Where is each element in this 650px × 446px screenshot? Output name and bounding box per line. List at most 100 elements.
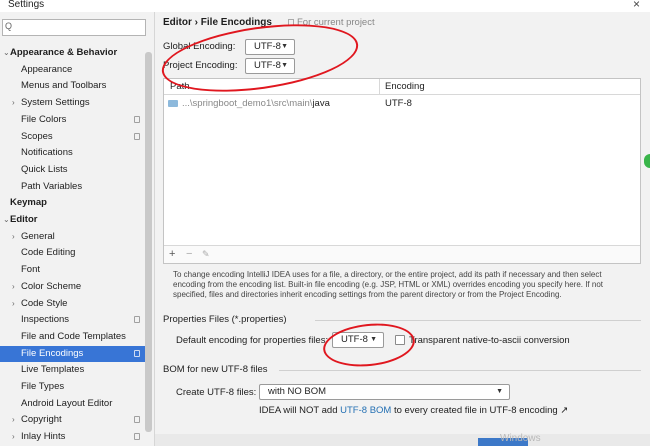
bom-note: IDEA will NOT add UTF-8 BOM to every cre… (259, 405, 568, 416)
chevron-right-icon[interactable]: › (12, 412, 15, 428)
bom-value: with NO BOM (268, 386, 327, 397)
sidebar-item-label: Menus and Toolbars (21, 80, 107, 92)
sidebar-item[interactable]: Scopes (0, 129, 152, 145)
settings-content: Editor › File Encodings For current proj… (155, 12, 650, 446)
sidebar-item[interactable]: ⌄ Appearance & Behavior (0, 45, 152, 61)
column-header-encoding[interactable]: Encoding (385, 81, 425, 92)
bom-select[interactable]: with NO BOM ▼ (259, 384, 510, 400)
native-to-ascii-label[interactable]: Transparent native-to-ascii conversion (409, 335, 570, 346)
sidebar-item[interactable]: Menus and Toolbars (0, 78, 152, 94)
chevron-right-icon[interactable]: › (12, 429, 15, 445)
settings-search-input[interactable]: Q (2, 19, 146, 36)
sidebar-item-label: Inlay Hints (21, 431, 66, 443)
sidebar-item-label: Appearance & Behavior (10, 47, 118, 58)
sidebar-item-label: Editor (10, 214, 38, 225)
sidebar-item-label: Keymap (10, 197, 47, 209)
sidebar-item[interactable]: Live Templates (0, 362, 152, 378)
properties-default-label: Default encoding for properties files: (176, 335, 329, 346)
sidebar-item[interactable]: File Encodings (0, 345, 152, 362)
utf8-bom-link[interactable]: UTF-8 BOM (340, 405, 391, 416)
bom-section-title: BOM for new UTF-8 files (163, 364, 268, 375)
annotation-ellipse (321, 319, 417, 371)
sidebar-item[interactable]: Font (0, 262, 152, 278)
sidebar-item[interactable]: Keymap (0, 195, 152, 211)
sidebar-item-label: Color Scheme (21, 280, 82, 292)
table-toolbar: + − ✎ (164, 245, 640, 263)
sidebar-item-label: Code Editing (21, 247, 76, 259)
bom-note-text: to every created file in UTF-8 encoding … (391, 405, 569, 416)
bom-note-text: IDEA will NOT add (259, 405, 341, 416)
close-icon[interactable]: × (633, 0, 640, 11)
project-scope-icon (134, 433, 140, 441)
sidebar-item-label: Appearance (21, 63, 73, 75)
sidebar-item-label: Notifications (21, 147, 73, 159)
section-divider (315, 320, 641, 321)
sidebar-item-label: File Encodings (21, 347, 84, 359)
sidebar-item-label: Android Layout Editor (21, 397, 113, 409)
sidebar-item[interactable]: › Code Style (0, 296, 152, 312)
chevron-right-icon[interactable]: › (12, 95, 15, 111)
edit-icon[interactable]: ✎ (202, 249, 210, 260)
sidebar-item[interactable]: Android Layout Editor (0, 396, 152, 412)
sidebar-item[interactable]: File Colors (0, 112, 152, 128)
row-path-prefix: ...\springboot_demo1\src\main\ (182, 98, 313, 109)
chevron-down-icon[interactable]: ⌄ (3, 212, 10, 228)
sidebar-item-label: Path Variables (21, 180, 83, 192)
project-scope-icon (134, 132, 140, 140)
column-divider[interactable] (379, 79, 380, 95)
sidebar-item-label: System Settings (21, 97, 90, 109)
chevron-right-icon[interactable]: › (12, 229, 15, 245)
sidebar-item[interactable]: Notifications (0, 145, 152, 161)
create-utf8-label: Create UTF-8 files: (176, 387, 257, 398)
sidebar-item-label: File and Code Templates (21, 330, 126, 342)
sidebar-item-label: Inspections (21, 314, 70, 326)
sidebar-item[interactable]: Inspections (0, 312, 152, 328)
properties-section-title: Properties Files (*.properties) (163, 314, 287, 325)
remove-icon[interactable]: − (186, 248, 192, 260)
sidebar-item[interactable]: File Types (0, 379, 152, 395)
row-path-leaf: java (312, 98, 330, 109)
table-row[interactable]: ...\springboot_demo1\src\main\java UTF-8 (164, 96, 640, 112)
sidebar-item-label: General (21, 230, 55, 242)
sidebar-item[interactable]: File and Code Templates (0, 329, 152, 345)
sidebar-scrollbar[interactable] (145, 52, 152, 432)
windows-watermark: Windows (500, 433, 541, 444)
sidebar-item[interactable]: › System Settings (0, 95, 152, 111)
chevron-down-icon: ▼ (496, 388, 503, 395)
encoding-help-text: To change encoding IntelliJ IDEA uses fo… (173, 270, 603, 299)
sidebar-item-label: File Colors (21, 113, 67, 125)
title-bar: Settings × (0, 0, 650, 12)
sidebar-item[interactable]: Path Variables (0, 179, 152, 195)
sidebar-item-label: Font (21, 264, 41, 276)
chevron-right-icon[interactable]: › (12, 279, 15, 295)
add-icon[interactable]: + (169, 248, 175, 260)
sidebar-item-label: Live Templates (21, 364, 85, 376)
dialog-footer: Windows (155, 433, 650, 446)
sidebar-item[interactable]: Code Editing (0, 245, 152, 261)
sidebar-item-label: Copyright (21, 414, 62, 426)
sidebar-item-label: Quick Lists (21, 163, 68, 175)
project-scope-icon (134, 115, 140, 123)
sidebar-item[interactable]: ⌄ Editor (0, 212, 152, 228)
sidebar-item-label: File Types (21, 381, 65, 392)
sidebar-item-label: Code Style (21, 297, 68, 309)
sidebar-item-label: Scopes (21, 130, 53, 142)
path-encoding-table: Path Encoding ...\springboot_demo1\src\m… (163, 78, 641, 264)
sidebar-item[interactable]: Appearance (0, 62, 152, 78)
sidebar-item[interactable]: › General (0, 229, 152, 245)
chevron-right-icon[interactable]: › (12, 296, 15, 312)
sidebar-item[interactable]: Quick Lists (0, 162, 152, 178)
row-encoding: UTF-8 (385, 98, 412, 109)
sidebar-item[interactable]: › Color Scheme (0, 279, 152, 295)
sidebar-item[interactable]: › Copyright (0, 412, 152, 428)
search-icon: Q (5, 21, 13, 31)
section-divider (279, 370, 641, 371)
project-scope-icon (134, 349, 140, 357)
chevron-down-icon[interactable]: ⌄ (3, 45, 10, 61)
side-notification-icon[interactable] (644, 154, 650, 168)
sidebar-item[interactable]: › Inlay Hints (0, 429, 152, 445)
project-scope-icon (134, 416, 140, 424)
row-path: ...\springboot_demo1\src\main\java (182, 98, 330, 109)
folder-icon (168, 100, 178, 107)
project-scope-icon (134, 316, 140, 324)
